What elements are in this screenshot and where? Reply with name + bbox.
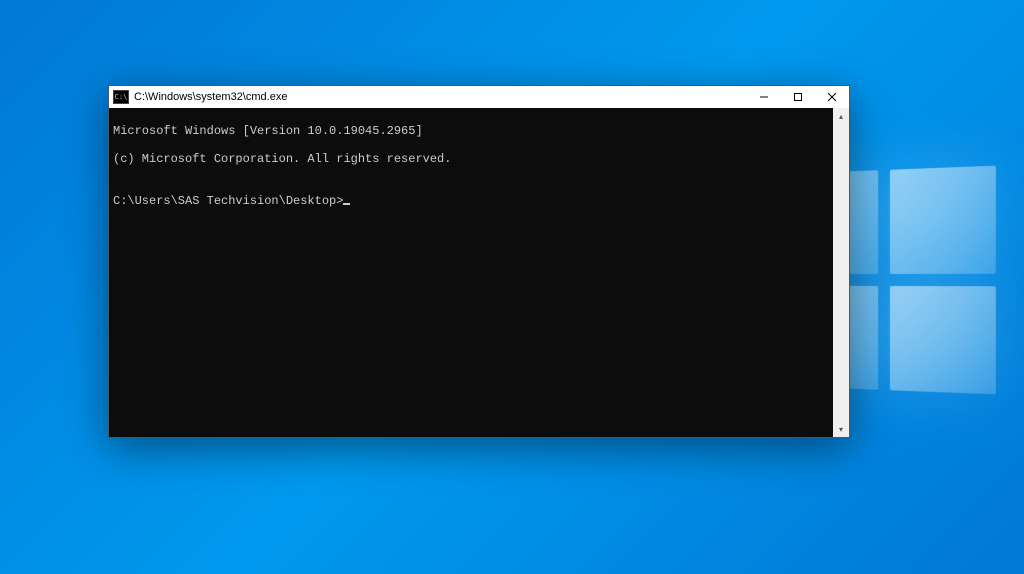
close-button[interactable]: [815, 86, 849, 108]
cmd-icon: C:\: [113, 90, 129, 104]
terminal-line: Microsoft Windows [Version 10.0.19045.29…: [113, 124, 845, 138]
cmd-window: C:\ C:\Windows\system32\cmd.exe Microsof…: [108, 85, 850, 438]
window-title: C:\Windows\system32\cmd.exe: [134, 91, 287, 103]
maximize-button[interactable]: [781, 86, 815, 108]
scroll-down-arrow-icon[interactable]: ▾: [833, 421, 849, 437]
scroll-up-arrow-icon[interactable]: ▴: [833, 108, 849, 124]
maximize-icon: [793, 92, 803, 102]
scrollbar[interactable]: ▴ ▾: [833, 108, 849, 437]
terminal-output[interactable]: Microsoft Windows [Version 10.0.19045.29…: [109, 108, 849, 437]
titlebar[interactable]: C:\ C:\Windows\system32\cmd.exe: [109, 86, 849, 108]
cursor: [343, 203, 350, 205]
minimize-button[interactable]: [747, 86, 781, 108]
close-icon: [827, 92, 837, 102]
terminal-line: (c) Microsoft Corporation. All rights re…: [113, 152, 845, 166]
minimize-icon: [759, 92, 769, 102]
terminal-prompt: C:\Users\SAS Techvision\Desktop>: [113, 194, 343, 208]
scroll-track[interactable]: [833, 124, 849, 421]
